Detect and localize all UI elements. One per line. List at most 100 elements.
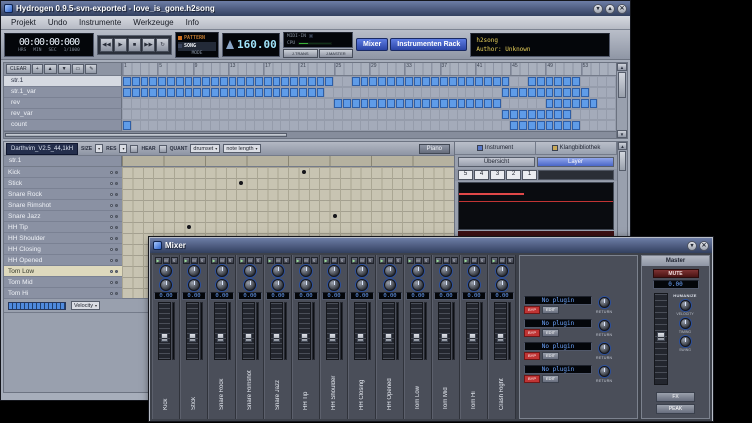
song-grid-cell[interactable] <box>598 88 606 97</box>
song-grid-cell[interactable] <box>431 88 439 97</box>
pan-knob[interactable] <box>188 265 200 277</box>
solo-led[interactable] <box>115 193 118 196</box>
song-grid-cell[interactable] <box>317 110 325 119</box>
solo-led[interactable] <box>115 171 118 174</box>
song-grid-cell[interactable] <box>202 121 210 130</box>
instrument-name[interactable]: Snare Rock <box>8 191 108 198</box>
song-grid-cell[interactable] <box>598 99 606 108</box>
song-grid-cell[interactable] <box>396 121 404 130</box>
song-grid-cell[interactable] <box>546 99 554 108</box>
song-grid-cell[interactable] <box>369 99 377 108</box>
song-grid-cell[interactable] <box>273 110 281 119</box>
song-grid-cell[interactable] <box>387 121 395 130</box>
song-grid-cell[interactable] <box>141 110 149 119</box>
scroll-up-icon[interactable]: ▲ <box>617 63 627 71</box>
song-grid-cell[interactable] <box>387 110 395 119</box>
layer-number-button[interactable]: 2 <box>506 170 521 180</box>
song-grid-cell[interactable] <box>132 88 140 97</box>
mute-button[interactable]: M <box>471 257 478 264</box>
song-grid-cell[interactable] <box>431 99 439 108</box>
song-grid-cell[interactable] <box>607 110 615 119</box>
song-grid-cell[interactable] <box>528 99 536 108</box>
mute-button[interactable]: M <box>303 257 310 264</box>
fx-bypass-button[interactable]: BYP <box>524 329 540 337</box>
song-grid-cell[interactable] <box>440 77 448 86</box>
instrument-row[interactable]: Snare Rimshot <box>4 200 122 211</box>
instrument-row[interactable]: Kick <box>4 167 122 178</box>
song-grid-cell[interactable] <box>325 121 333 130</box>
song-grid-cell[interactable] <box>431 110 439 119</box>
play-button[interactable]: ▶ <box>114 38 127 52</box>
song-grid-cell[interactable] <box>537 99 545 108</box>
close-button[interactable]: ✕ <box>617 4 627 14</box>
fader-handle[interactable] <box>245 333 252 342</box>
solo-button[interactable]: S <box>199 257 206 264</box>
song-grid-cell[interactable] <box>458 110 466 119</box>
volume-fader[interactable] <box>158 302 171 360</box>
song-grid-cell[interactable] <box>563 88 571 97</box>
song-grid-cell[interactable] <box>158 110 166 119</box>
song-grid-cell[interactable] <box>519 77 527 86</box>
song-grid-cell[interactable] <box>255 121 263 130</box>
song-grid-cell[interactable] <box>185 88 193 97</box>
song-grid-cell[interactable] <box>220 99 228 108</box>
fx-send-knob[interactable] <box>244 279 256 291</box>
mute-led[interactable] <box>110 226 113 229</box>
song-grid-cell[interactable] <box>132 99 140 108</box>
song-grid-cell[interactable] <box>607 77 615 86</box>
mute-led[interactable] <box>110 259 113 262</box>
song-grid-cell[interactable] <box>325 88 333 97</box>
mute-led[interactable] <box>110 171 113 174</box>
play-sample-button[interactable]: ▶ <box>491 257 498 264</box>
song-grid-cell[interactable] <box>123 77 131 86</box>
instrument-name[interactable]: Kick <box>8 169 108 176</box>
volume-fader[interactable] <box>214 302 227 360</box>
fx-send-knob[interactable] <box>216 279 228 291</box>
song-grid-cell[interactable] <box>141 88 149 97</box>
song-grid-cell[interactable] <box>537 88 545 97</box>
song-grid-cell[interactable] <box>308 77 316 86</box>
song-grid-cell[interactable] <box>352 77 360 86</box>
song-grid-cell[interactable] <box>132 77 140 86</box>
song-grid-cell[interactable] <box>167 99 175 108</box>
song-grid-cell[interactable] <box>607 99 615 108</box>
solo-button[interactable]: S <box>171 257 178 264</box>
play-sample-button[interactable]: ▶ <box>323 257 330 264</box>
menu-item[interactable]: Instrumente <box>73 17 127 28</box>
song-grid-cell[interactable] <box>308 121 316 130</box>
solo-button[interactable]: S <box>283 257 290 264</box>
song-grid-cell[interactable] <box>264 77 272 86</box>
mixer-toggle-button[interactable]: Mixer <box>356 38 388 51</box>
song-grid-cell[interactable] <box>343 77 351 86</box>
song-grid-cell[interactable] <box>414 110 422 119</box>
song-grid-cell[interactable] <box>546 77 554 86</box>
song-grid-cell[interactable] <box>405 77 413 86</box>
channel-name[interactable]: Snare Rimshot <box>247 362 253 410</box>
song-grid-cell[interactable] <box>502 110 510 119</box>
pattern-name[interactable]: str.1 <box>4 76 122 87</box>
song-grid-cell[interactable] <box>387 77 395 86</box>
fx-edit-button[interactable]: EDIT <box>542 329 559 337</box>
song-grid-cell[interactable] <box>563 110 571 119</box>
song-grid-cell[interactable] <box>528 110 536 119</box>
song-grid-cell[interactable] <box>264 99 272 108</box>
song-grid-cell[interactable] <box>484 110 492 119</box>
solo-led[interactable] <box>115 270 118 273</box>
draw-mode-button[interactable]: ✎ <box>85 64 97 74</box>
mute-led[interactable] <box>110 193 113 196</box>
song-grid-cell[interactable] <box>493 121 501 130</box>
volume-fader[interactable] <box>438 302 451 360</box>
pan-knob[interactable] <box>440 265 452 277</box>
song-grid-cell[interactable] <box>202 77 210 86</box>
song-grid-cell[interactable] <box>167 88 175 97</box>
song-grid-cell[interactable] <box>281 110 289 119</box>
instrument-row[interactable]: Snare Rock <box>4 189 122 200</box>
song-grid-cell[interactable] <box>502 77 510 86</box>
fx-send-knob[interactable] <box>328 279 340 291</box>
song-grid-cell[interactable] <box>123 121 131 130</box>
channel-name[interactable]: Tom Hi <box>471 362 477 410</box>
song-grid-cell[interactable] <box>590 88 598 97</box>
song-grid-cell[interactable] <box>229 110 237 119</box>
show-fx-button[interactable]: FX <box>656 392 695 402</box>
song-grid-cell[interactable] <box>220 77 228 86</box>
